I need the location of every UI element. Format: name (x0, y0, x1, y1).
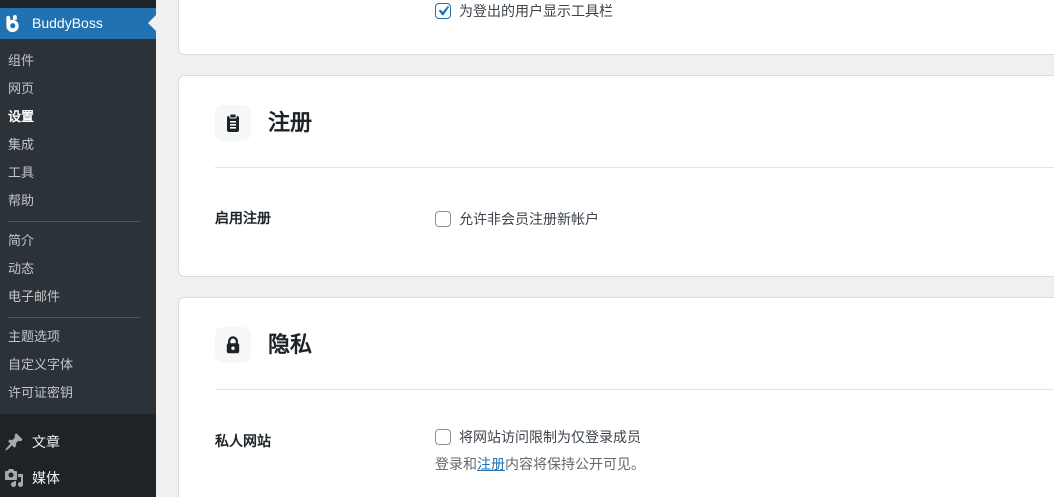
clipboard-icon (215, 105, 251, 141)
checkbox-wrapper (435, 429, 451, 445)
submenu-item-activity[interactable]: 动态 (0, 255, 156, 283)
sidebar-item-buddyboss[interactable]: BuddyBoss (0, 8, 156, 39)
enable-registration-checkbox[interactable] (435, 211, 451, 227)
privacy-settings-card: 隐私 私人网站 将网站访问限制为仅登录成员 登录和注册内容将保持公开可见。 (178, 297, 1054, 497)
toolbar-option: 为登出的用户显示工具栏 (435, 3, 613, 19)
submenu-item-theme-options[interactable]: 主题选项 (0, 323, 156, 351)
checkbox-wrapper (435, 211, 451, 227)
show-toolbar-checkbox[interactable] (435, 3, 451, 19)
checkbox-wrapper (435, 3, 451, 19)
submenu-item-license-keys[interactable]: 许可证密钥 (0, 379, 156, 407)
registration-link[interactable]: 注册 (477, 456, 505, 472)
section-title: 注册 (268, 110, 313, 135)
sidebar-item-label: 文章 (32, 434, 60, 450)
submenu-item-custom-fonts[interactable]: 自定义字体 (0, 351, 156, 379)
description-text: 内容将保持公开可见。 (505, 456, 645, 472)
field-description: 登录和注册内容将保持公开可见。 (435, 455, 645, 473)
private-network-checkbox[interactable] (435, 429, 451, 445)
sidebar-item-label: 媒体 (32, 470, 60, 486)
submenu-item-settings[interactable]: 设置 (0, 103, 156, 131)
section-divider (215, 167, 1054, 168)
submenu-item-pages[interactable]: 网页 (0, 75, 156, 103)
buddyboss-logo-icon (4, 14, 23, 33)
field-label: 私人网站 (215, 433, 271, 449)
current-menu-arrow (148, 15, 156, 31)
submenu-item-integrations[interactable]: 集成 (0, 131, 156, 159)
sidebar-item-media[interactable]: 媒体 (0, 461, 156, 495)
show-toolbar-label[interactable]: 为登出的用户显示工具栏 (459, 3, 613, 19)
pin-icon (4, 432, 24, 452)
buddyboss-submenu: 组件 网页 设置 集成 工具 帮助 简介 动态 电子邮件 主题选项 自定义字体 … (0, 39, 156, 414)
wp-admin-screen: BuddyBoss 组件 网页 设置 集成 工具 帮助 简介 动态 电子邮件 主… (0, 0, 1054, 497)
registration-settings-card: 注册 启用注册 允许非会员注册新帐户 (178, 75, 1054, 277)
media-icon (4, 468, 24, 488)
submenu-item-profiles[interactable]: 简介 (0, 227, 156, 255)
submenu-item-components[interactable]: 组件 (0, 47, 156, 75)
field-label: 启用注册 (215, 210, 271, 226)
private-network-option: 将网站访问限制为仅登录成员 (435, 429, 641, 445)
private-network-label[interactable]: 将网站访问限制为仅登录成员 (459, 429, 641, 445)
submenu-item-help[interactable]: 帮助 (0, 187, 156, 215)
submenu-separator (0, 215, 156, 227)
description-text: 登录和 (435, 456, 477, 472)
enable-registration-option: 允许非会员注册新帐户 (435, 211, 599, 227)
submenu-item-tools[interactable]: 工具 (0, 159, 156, 187)
submenu-item-emails[interactable]: 电子邮件 (0, 283, 156, 311)
section-divider (215, 389, 1054, 390)
enable-registration-label[interactable]: 允许非会员注册新帐户 (459, 211, 599, 227)
sidebar-item-label: BuddyBoss (32, 15, 103, 31)
submenu-separator (0, 311, 156, 323)
admin-sidebar: BuddyBoss 组件 网页 设置 集成 工具 帮助 简介 动态 电子邮件 主… (0, 0, 156, 497)
sidebar-item-posts[interactable]: 文章 (0, 425, 156, 459)
section-title: 隐私 (268, 332, 313, 357)
lock-icon (215, 327, 251, 363)
toolbar-settings-card: 为登出的用户显示工具栏 (178, 0, 1054, 55)
